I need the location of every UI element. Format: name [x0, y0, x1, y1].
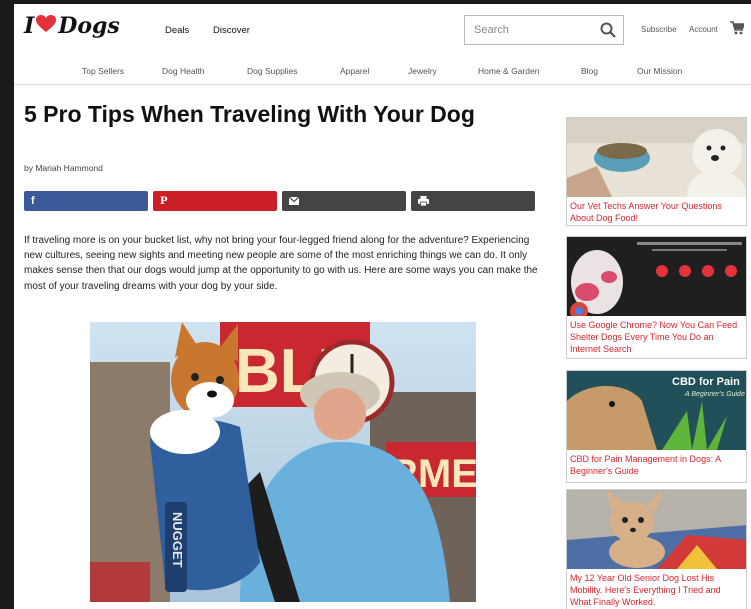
- envelope-icon: [288, 196, 300, 208]
- cart-icon[interactable]: [730, 21, 746, 40]
- search-input[interactable]: [465, 16, 590, 44]
- heart-icon: [36, 14, 57, 38]
- pinterest-share-button[interactable]: P: [153, 191, 277, 211]
- nav-our-mission[interactable]: Our Mission: [637, 66, 682, 76]
- cbd-overlay-title: CBD for Pain: [672, 376, 740, 388]
- sidebar-card-dog-food[interactable]: Our Vet Techs Answer Your Questions Abou…: [566, 117, 747, 226]
- nav-discover[interactable]: Discover: [213, 25, 250, 36]
- sidebar-thumb-google-chrome: [567, 237, 746, 316]
- nav-dog-supplies[interactable]: Dog Supplies: [247, 66, 298, 76]
- sidebar-caption-google-chrome[interactable]: Use Google Chrome? Now You Can Feed Shel…: [567, 316, 746, 356]
- article-byline: by Mariah Hammond: [24, 163, 103, 173]
- sidebar-card-google-chrome[interactable]: Use Google Chrome? Now You Can Feed Shel…: [566, 236, 747, 359]
- site-logo[interactable]: I Dogs: [24, 13, 120, 39]
- sidebar-thumb-senior-dog: [567, 490, 746, 569]
- nav-top-sellers[interactable]: Top Sellers: [82, 66, 124, 76]
- logo-text-right: Dogs: [58, 13, 120, 39]
- facebook-share-button[interactable]: f: [24, 191, 148, 211]
- article-intro: If traveling more is on your bucket list…: [24, 235, 538, 292]
- facebook-icon: f: [31, 195, 35, 207]
- print-share-button[interactable]: [411, 191, 535, 211]
- nav-apparel[interactable]: Apparel: [340, 66, 369, 76]
- cbd-overlay-subtitle: A Beginner's Guide: [684, 391, 745, 398]
- sidebar-card-senior-dog[interactable]: My 12 Year Old Senior Dog Lost His Mobil…: [566, 489, 747, 609]
- search-icon[interactable]: [600, 22, 616, 43]
- sidebar-thumb-cbd: CBD for Pain A Beginner's Guide: [567, 371, 746, 450]
- sidebar-caption-cbd[interactable]: CBD for Pain Management in Dogs: A Begin…: [567, 450, 746, 477]
- article-photo: BLIC RMER NUGGET: [90, 322, 476, 602]
- nav-home-garden[interactable]: Home & Garden: [478, 66, 539, 76]
- subscribe-link[interactable]: Subscribe: [641, 25, 677, 34]
- nav-jewelry[interactable]: Jewelry: [408, 66, 437, 76]
- account-link[interactable]: Account: [689, 25, 718, 34]
- page: I Dogs Deals Discover Subscribe Account …: [14, 4, 751, 609]
- nav-blog[interactable]: Blog: [581, 66, 598, 76]
- nav-dog-health[interactable]: Dog Health: [162, 66, 205, 76]
- email-share-button[interactable]: [282, 191, 406, 211]
- nugget-tag-text: NUGGET: [170, 512, 185, 568]
- logo-text-left: I: [24, 13, 35, 39]
- search-box: [464, 15, 624, 45]
- pinterest-icon: P: [160, 196, 168, 207]
- site-header: I Dogs Deals Discover Subscribe Account: [14, 4, 751, 54]
- printer-icon: [418, 196, 429, 209]
- sidebar-caption-senior-dog[interactable]: My 12 Year Old Senior Dog Lost His Mobil…: [567, 569, 746, 609]
- category-nav: Top Sellers Dog Health Dog Supplies Appa…: [14, 58, 751, 85]
- article-title: 5 Pro Tips When Traveling With Your Dog: [24, 101, 475, 127]
- nav-deals[interactable]: Deals: [165, 25, 189, 36]
- sidebar-caption-dog-food[interactable]: Our Vet Techs Answer Your Questions Abou…: [567, 197, 746, 224]
- sidebar-thumb-dog-food: [567, 118, 746, 197]
- sidebar-card-cbd[interactable]: CBD for Pain A Beginner's Guide CBD for …: [566, 370, 747, 483]
